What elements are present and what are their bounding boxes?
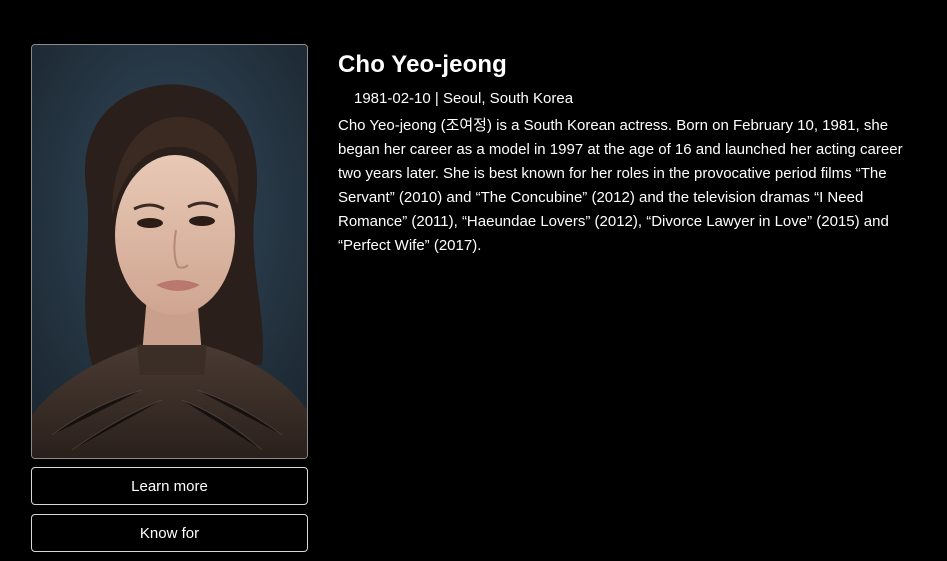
profile-card: Learn more Know for Cho Yeo-jeong 1981-0… bbox=[0, 0, 947, 561]
left-column: Learn more Know for bbox=[31, 44, 308, 552]
known-for-button[interactable]: Know for bbox=[31, 514, 308, 552]
portrait-image bbox=[32, 45, 307, 458]
birthplace: Seoul, South Korea bbox=[442, 90, 574, 107]
person-name: Cho Yeo-jeong bbox=[338, 51, 507, 78]
birth-info: 1981-02-10 | Seoul, South Korea bbox=[354, 89, 928, 109]
birth-info-separator: | bbox=[434, 90, 439, 107]
details-column: Cho Yeo-jeong 1981-02-10 | Seoul, South … bbox=[338, 50, 928, 258]
profile-photo bbox=[31, 44, 308, 459]
biography: Cho Yeo-jeong (조여정) is a South Korean ac… bbox=[338, 117, 903, 254]
birth-date: 1981-02-10 bbox=[354, 90, 431, 107]
learn-more-button[interactable]: Learn more bbox=[31, 467, 308, 505]
